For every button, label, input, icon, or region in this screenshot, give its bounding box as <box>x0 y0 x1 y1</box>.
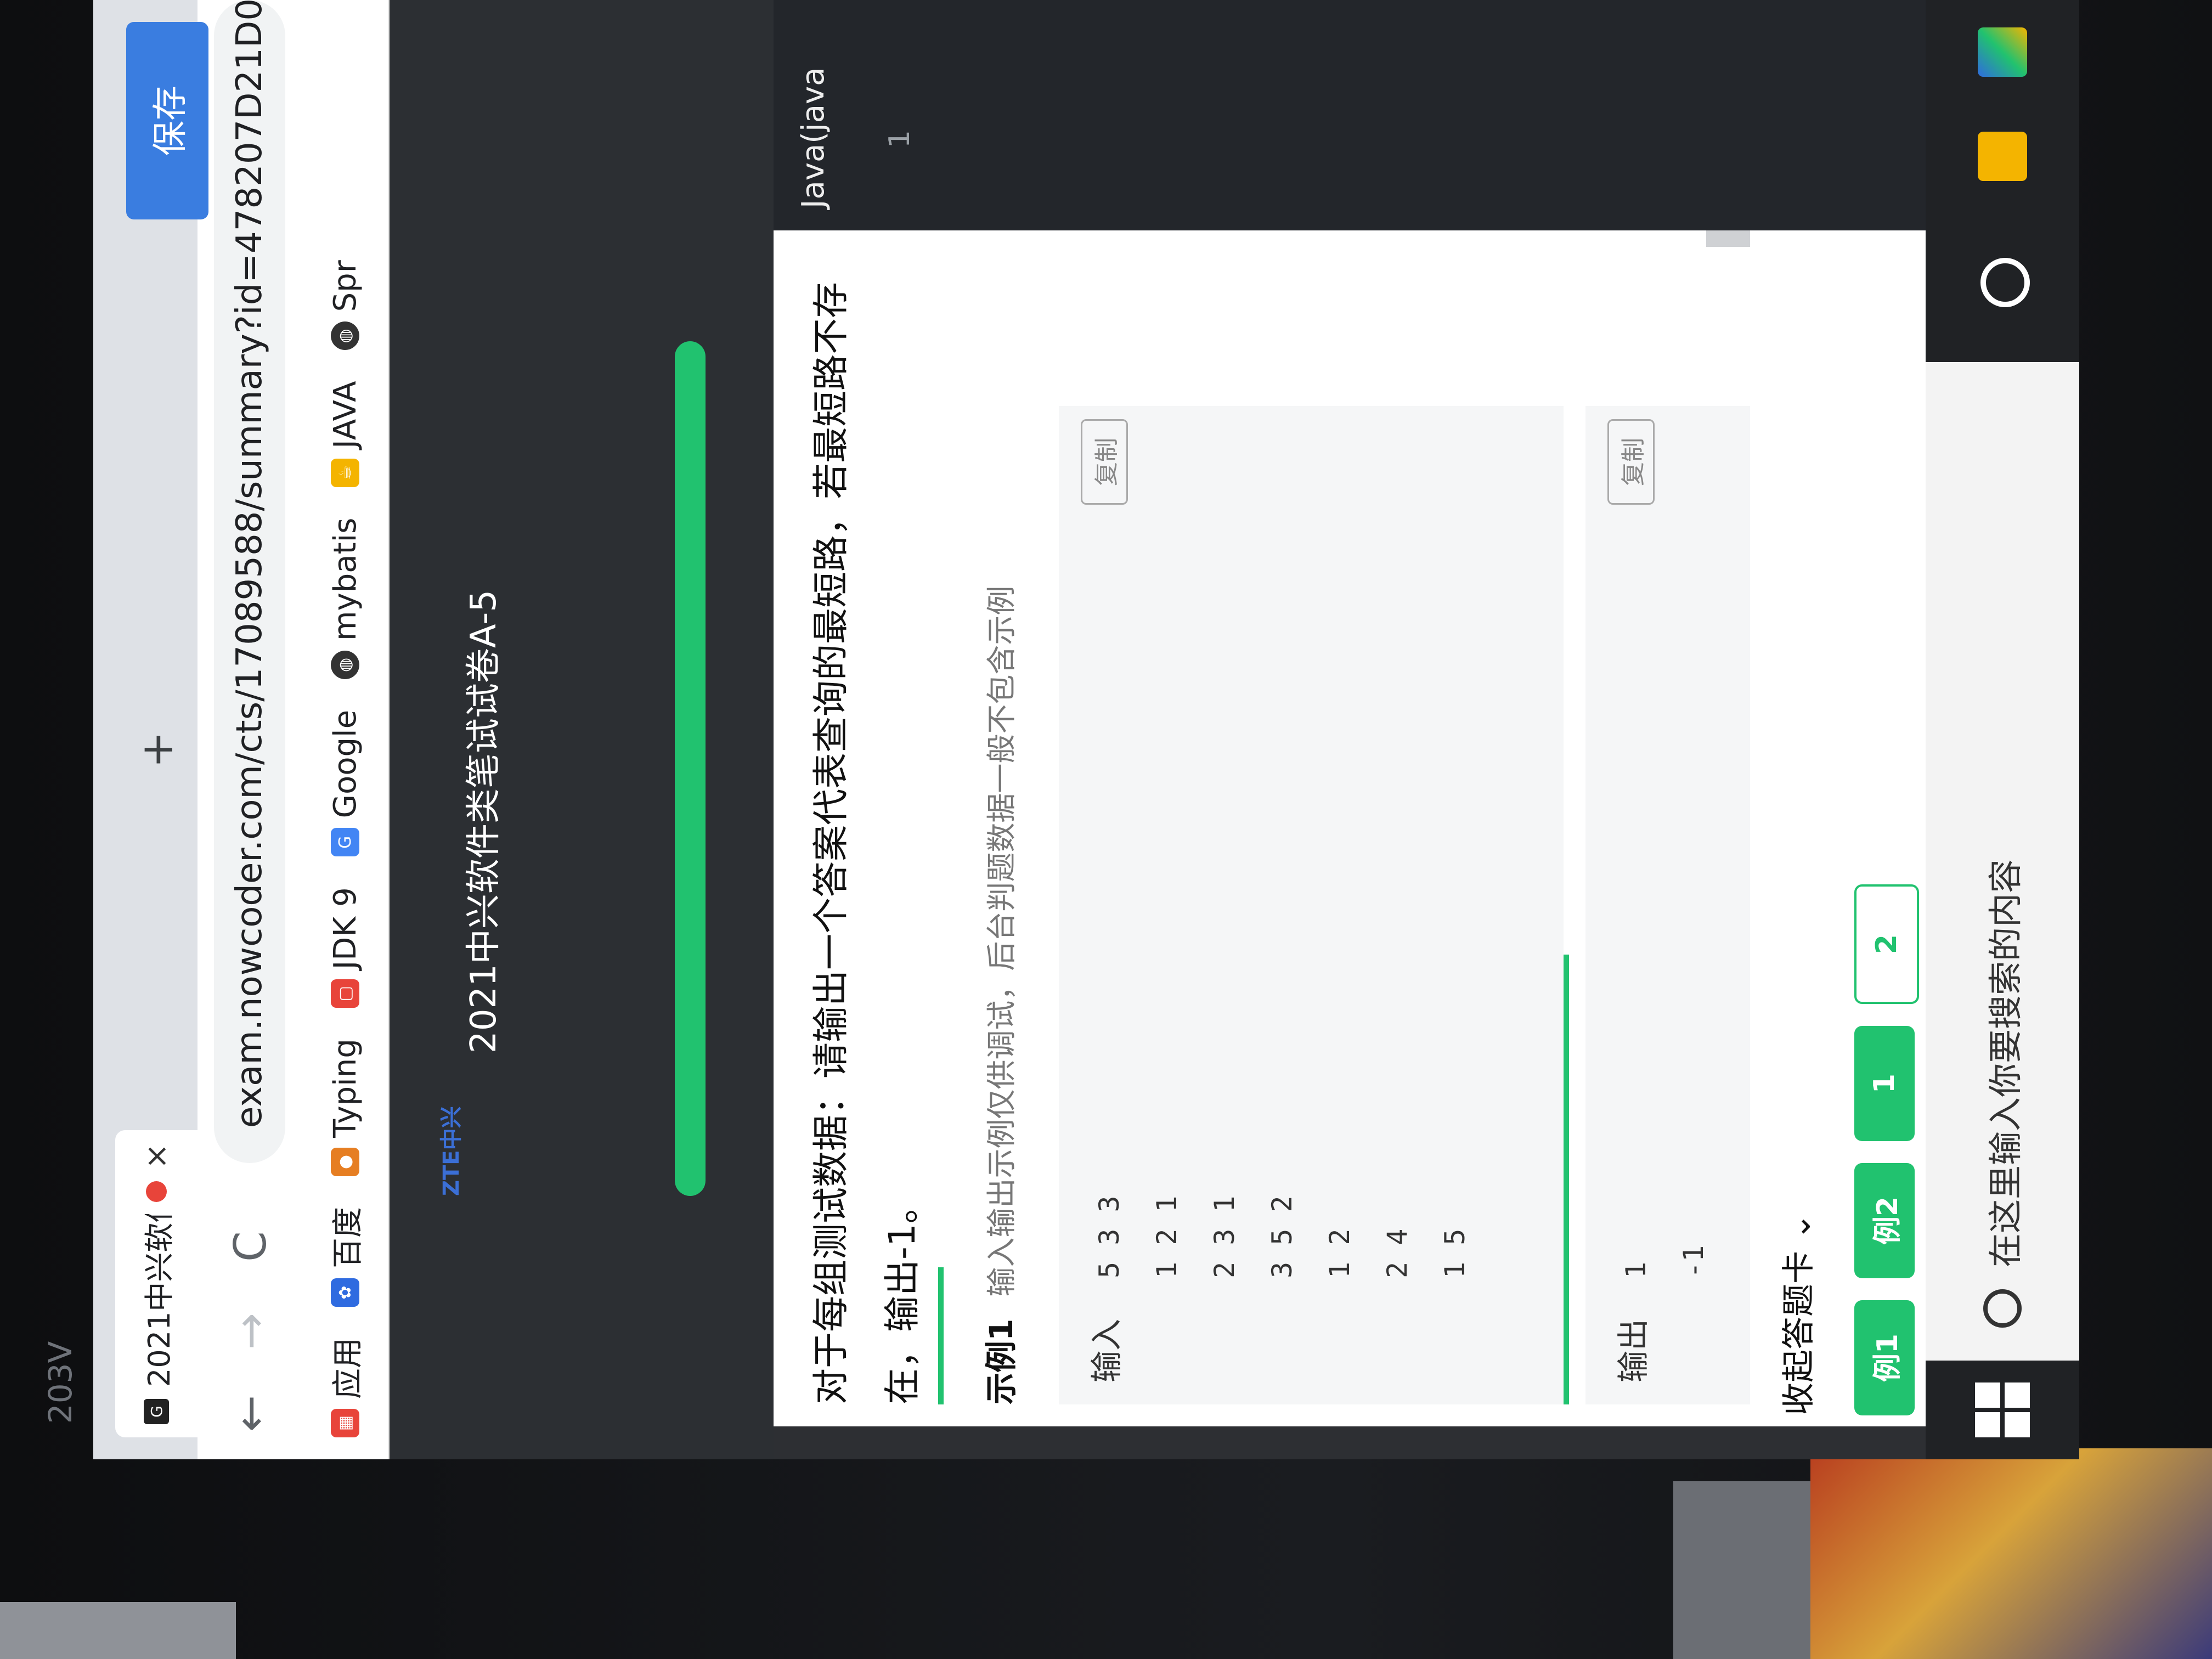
exam-progress-bar <box>675 341 706 1196</box>
zte-logo: ZTE中兴 <box>439 1106 464 1196</box>
example-note: 输入输出示例仅供调试，后台判题数据一般不包含示例 <box>984 585 1019 1297</box>
screen-content: G 2021中兴软件类笔试试卷A- × + ← → C exam.nowcode… <box>93 0 2079 1459</box>
monitor-model-label: 203V <box>42 1341 79 1424</box>
java-icon: ☕ <box>331 458 359 487</box>
bookmark-jdk9[interactable]: ▢ JDK 9 <box>328 887 363 1008</box>
bookmark-google[interactable]: G Google <box>327 709 363 857</box>
bookmark-spr[interactable]: ◍ Spr <box>327 260 363 351</box>
reload-button[interactable]: C <box>225 1231 276 1262</box>
save-button[interactable]: 保存 <box>126 22 208 219</box>
bookmark-label: 百度 <box>330 1207 366 1268</box>
collapse-answer-card-link[interactable]: 收起答题卡 ⌄ <box>1772 1213 1820 1415</box>
answer-button-example2[interactable]: 例2 <box>1854 1163 1915 1278</box>
new-tab-button[interactable]: + <box>132 731 183 768</box>
input-line: 5 3 3 <box>1093 1195 1125 1278</box>
copy-input-button[interactable]: 复制 <box>1081 419 1128 505</box>
bookmark-label: Google <box>327 709 363 819</box>
back-button[interactable]: ← <box>225 1395 276 1432</box>
copy-output-button[interactable]: 复制 <box>1607 419 1655 505</box>
line-number: 1 <box>883 129 916 148</box>
app-icon[interactable] <box>1978 27 2027 77</box>
input-line: 1 2 1 <box>1151 1195 1183 1278</box>
output-line: -1 <box>1678 1245 1709 1278</box>
tab-title: 2021中兴软件类笔试试卷A- <box>135 1214 178 1387</box>
exam-header: ZTE中兴 2021中兴软件类笔试试卷A-5 <box>390 0 543 1459</box>
url-text: exam.nowcoder.com/cts/17089588/summary?i… <box>229 0 270 1128</box>
example-header: 示例1 输入输出示例仅供调试，后台判题数据一般不包含示例 <box>960 252 1037 1404</box>
recording-icon <box>146 1181 167 1202</box>
input-line: 2 3 1 <box>1209 1195 1240 1278</box>
question-text: 对于每组测试数据：请输出一个答案代表查询的最短路，若最短路不存在，输出-1。 <box>810 282 923 1404</box>
input-line: 1 2 <box>1324 1228 1356 1278</box>
exam-title: 2021中兴软件类笔试试卷A-5 <box>464 589 504 1053</box>
answer-button-example1[interactable]: 例1 <box>1854 1300 1915 1415</box>
output-lines: 1 -1 <box>1607 1245 1723 1278</box>
cortana-icon[interactable] <box>1980 258 2030 307</box>
input-lines: 5 3 3 1 2 1 2 3 1 3 5 2 1 2 2 4 1 5 <box>1081 1195 1484 1278</box>
input-line: 1 5 <box>1439 1228 1471 1278</box>
globe-icon: ◍ <box>331 321 359 351</box>
forward-button[interactable]: → <box>225 1313 276 1350</box>
input-underline <box>1564 955 1569 1404</box>
typing-icon: ● <box>331 1148 359 1176</box>
apps-icon: ▦ <box>331 1409 359 1437</box>
code-editor[interactable]: Java(java 1 <box>774 0 2079 230</box>
desk-surface <box>0 1602 236 1659</box>
language-select[interactable]: Java(java <box>795 67 831 208</box>
baidu-paw-icon: ✿ <box>331 1278 359 1307</box>
windows-taskbar: 在这里输入你要搜索的内容 <box>1926 0 2079 1459</box>
file-explorer-icon[interactable] <box>1978 132 2027 181</box>
input-line: 2 4 <box>1381 1228 1413 1278</box>
google-icon: G <box>331 828 359 857</box>
example-input-box: 输入 5 3 3 1 2 1 2 3 1 3 5 2 1 2 2 4 1 5 复… <box>1059 406 1564 1404</box>
search-placeholder: 在这里输入你要搜索的内容 <box>1985 859 2025 1267</box>
answer-button-1[interactable]: 1 <box>1854 1026 1915 1141</box>
bookmark-label: 应用 <box>330 1338 366 1399</box>
bookmark-java[interactable]: ☕ JAVA <box>328 381 363 487</box>
windows-start-icon[interactable] <box>1975 1383 2030 1437</box>
example-label: 示例1 <box>983 1318 1020 1404</box>
search-icon <box>1983 1289 2022 1328</box>
input-label: 输入 <box>1088 1318 1125 1383</box>
bookmarks-bar: ▦ 应用 ✿ 百度 ● Typing ▢ JDK 9 G Google ◍ my… <box>302 0 390 1459</box>
screen: G 2021中兴软件类笔试试卷A- × + ← → C exam.nowcode… <box>93 0 2079 1459</box>
answer-button-2[interactable]: 2 <box>1854 884 1919 1004</box>
output-label: 输出 <box>1615 1318 1652 1383</box>
collapse-label: 收起答题卡 <box>1780 1251 1818 1415</box>
bookmark-typing[interactable]: ● Typing <box>328 1039 363 1176</box>
taskbar-search[interactable]: 在这里输入你要搜索的内容 <box>1926 362 2079 1361</box>
jdk-icon: ▢ <box>331 979 359 1008</box>
bookmark-apps[interactable]: ▦ 应用 <box>323 1338 368 1437</box>
input-line: 3 5 2 <box>1266 1195 1298 1278</box>
browser-toolbar: ← → C exam.nowcoder.com/cts/17089588/sum… <box>198 0 302 1459</box>
globe-icon: ◍ <box>331 650 359 679</box>
header-band <box>543 0 774 1459</box>
bookmark-label: JAVA <box>327 381 363 449</box>
bookmark-label: JDK 9 <box>327 887 363 970</box>
browser-tab[interactable]: G 2021中兴软件类笔试试卷A- × <box>115 1130 198 1437</box>
close-tab-icon[interactable]: × <box>139 1143 174 1169</box>
bookmark-mybatis[interactable]: ◍ mybatis <box>328 518 363 679</box>
bookmark-label: Typing <box>327 1039 363 1138</box>
output-line: 1 <box>1620 1261 1652 1278</box>
chevron-down-icon: ⌄ <box>1780 1212 1818 1240</box>
favicon-icon: G <box>144 1399 169 1424</box>
example-tab-underline <box>938 1267 944 1404</box>
address-bar[interactable]: exam.nowcoder.com/cts/17089588/summary?i… <box>214 0 285 1163</box>
bookmark-label: mybatis <box>327 517 363 641</box>
bookmark-baidu[interactable]: ✿ 百度 <box>323 1207 368 1307</box>
bookmark-label: Spr <box>327 260 363 312</box>
desk-background <box>1810 1448 2212 1659</box>
